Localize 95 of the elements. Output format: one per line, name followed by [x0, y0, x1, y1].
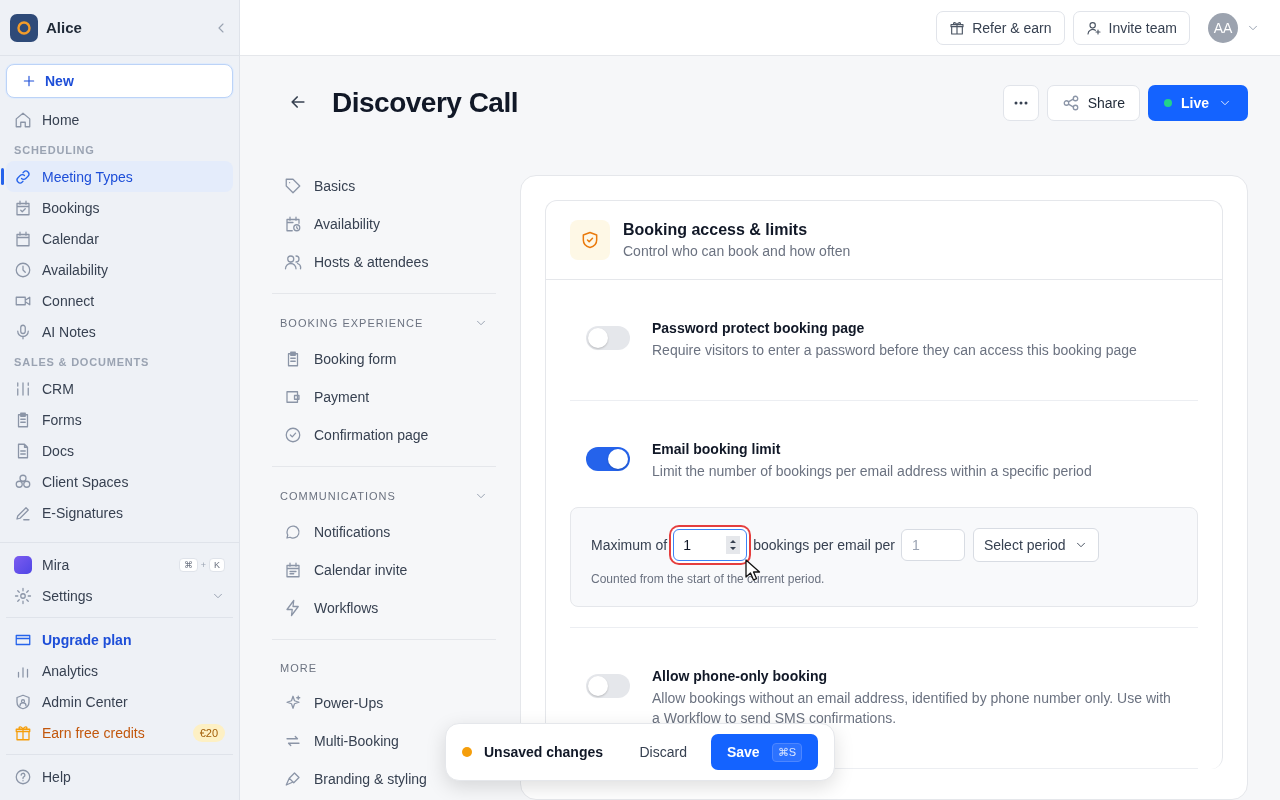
sidebar-link[interactable]: Admin Center	[6, 686, 233, 717]
subnav-item[interactable]: Booking form	[272, 340, 496, 378]
sidebar-item[interactable]: Availability	[6, 254, 233, 285]
sidebar-item[interactable]: Home	[6, 104, 233, 135]
panel-title: Booking access & limits	[623, 221, 809, 239]
more-icon	[1013, 101, 1028, 105]
setting-title: Email booking limit	[652, 441, 782, 457]
settings-icon	[14, 586, 32, 605]
sidebar-item[interactable]: AI Notes	[6, 316, 233, 347]
chat-icon	[284, 523, 302, 541]
assistant-icon	[14, 555, 32, 574]
users-icon	[284, 253, 302, 271]
tag-icon	[284, 177, 302, 195]
clock-icon	[14, 260, 32, 279]
credit-badge: €20	[192, 723, 225, 742]
plus-icon	[21, 73, 37, 89]
toggle-switch[interactable]	[586, 674, 630, 698]
limit-label: bookings per email per	[753, 537, 895, 553]
calendar-check-icon	[14, 198, 32, 217]
link-icon	[14, 167, 32, 186]
circles-icon	[14, 472, 32, 491]
group-heading: MORE	[280, 662, 317, 674]
group-heading: BOOKING EXPERIENCE	[280, 317, 424, 329]
save-button[interactable]: Save ⌘S	[710, 734, 818, 770]
group-heading: COMMUNICATIONS	[280, 490, 396, 502]
section-label: SCHEDULING	[13, 143, 96, 158]
sidebar-item[interactable]: E-Signatures	[6, 497, 233, 528]
subnav-item[interactable]: Notifications	[272, 513, 496, 551]
help-icon	[14, 767, 32, 786]
gift-icon	[949, 19, 966, 36]
share-button[interactable]: Share	[1046, 85, 1140, 121]
subnav-item[interactable]: Confirmation page	[272, 416, 496, 454]
more-button[interactable]	[1002, 85, 1039, 121]
unsaved-label: Unsaved changes	[484, 744, 605, 760]
subnav-item[interactable]: Basics	[272, 167, 496, 205]
user-plus-icon	[1085, 19, 1102, 36]
toggle-switch[interactable]	[586, 447, 630, 471]
sidebar-item[interactable]: Connect	[6, 285, 233, 316]
subnav-item[interactable]: Hosts & attendees	[272, 243, 496, 281]
subnav-item[interactable]: Workflows	[272, 589, 496, 627]
sidebar-link[interactable]: Analytics	[6, 655, 233, 686]
status-button[interactable]: Live	[1148, 85, 1248, 121]
microphone-icon	[14, 322, 32, 341]
home-icon	[14, 110, 32, 129]
toolbar-button[interactable]: Refer & earn	[936, 10, 1065, 45]
sidebar-item[interactable]: CRM	[6, 373, 233, 404]
subnav-item[interactable]: Power-Ups	[272, 684, 496, 722]
shield-user-icon	[14, 692, 32, 711]
columns-icon	[14, 379, 32, 398]
help-item[interactable]: Help	[6, 761, 233, 792]
subnav-item[interactable]: Calendar invite	[272, 551, 496, 589]
sidebar-link[interactable]: Upgrade plan	[6, 624, 233, 655]
subnav-item[interactable]: Payment	[272, 378, 496, 416]
brush-icon	[284, 770, 302, 788]
subnav-item[interactable]: Availability	[272, 205, 496, 243]
settings-item[interactable]: Settings	[6, 580, 233, 611]
period-dropdown[interactable]: Select period	[972, 528, 1099, 562]
sidebar-item[interactable]: Forms	[6, 404, 233, 435]
setting-description: Require visitors to enter a password before they can access this booking page	[652, 341, 1137, 360]
sparkles-icon	[284, 694, 302, 712]
sidebar-item[interactable]: Calendar	[6, 223, 233, 254]
calendar-icon	[284, 561, 302, 579]
toggle-switch[interactable]	[586, 326, 630, 350]
calendar-icon	[14, 229, 32, 248]
status-dot	[462, 747, 472, 757]
shortcut-hint: ⌘ + K	[178, 557, 225, 572]
sidebar-link[interactable]: Earn free credits €20	[6, 717, 233, 748]
limit-label: Maximum of	[591, 537, 668, 553]
share-icon	[1061, 94, 1080, 112]
assistant-item[interactable]: Mira ⌘ + K	[6, 549, 233, 580]
setting-title: Password protect booking page	[652, 320, 866, 336]
status-dot	[1164, 99, 1172, 107]
page-title: Discovery Call	[332, 87, 519, 119]
subnav-item[interactable]: Branding & styling	[272, 760, 496, 798]
limit-note: Counted from the start of the current period.	[591, 572, 826, 586]
wallet-icon	[284, 388, 302, 406]
setting-description: Allow bookings without an email address, identified by phone number only. Use with a Workflow to send SMS confirmations.	[652, 689, 1172, 728]
sidebar-item[interactable]: Client Spaces	[6, 466, 233, 497]
setting-title: Allow phone-only booking	[652, 668, 828, 684]
panel-subtitle: Control who can book and how often	[623, 243, 851, 259]
toolbar-button[interactable]: Invite team	[1072, 10, 1190, 45]
period-count-field[interactable]: 1	[900, 529, 965, 561]
sidebar-item[interactable]: Bookings	[6, 192, 233, 223]
section-label: SALES & DOCUMENTS	[13, 355, 151, 370]
shield-check-icon	[570, 220, 610, 260]
lightning-icon	[284, 599, 302, 617]
logo-icon	[10, 13, 38, 42]
workspace-name: Alice	[46, 19, 83, 36]
stepper-icon[interactable]	[726, 536, 741, 554]
new-button[interactable]: New	[6, 64, 233, 98]
calendar-clock-icon	[284, 215, 302, 233]
discard-button[interactable]: Discard	[627, 744, 699, 760]
setting-description: Limit the number of bookings per email address within a specific period	[652, 462, 1092, 481]
sidebar-item[interactable]: Docs	[6, 435, 233, 466]
gift-icon	[14, 723, 32, 742]
